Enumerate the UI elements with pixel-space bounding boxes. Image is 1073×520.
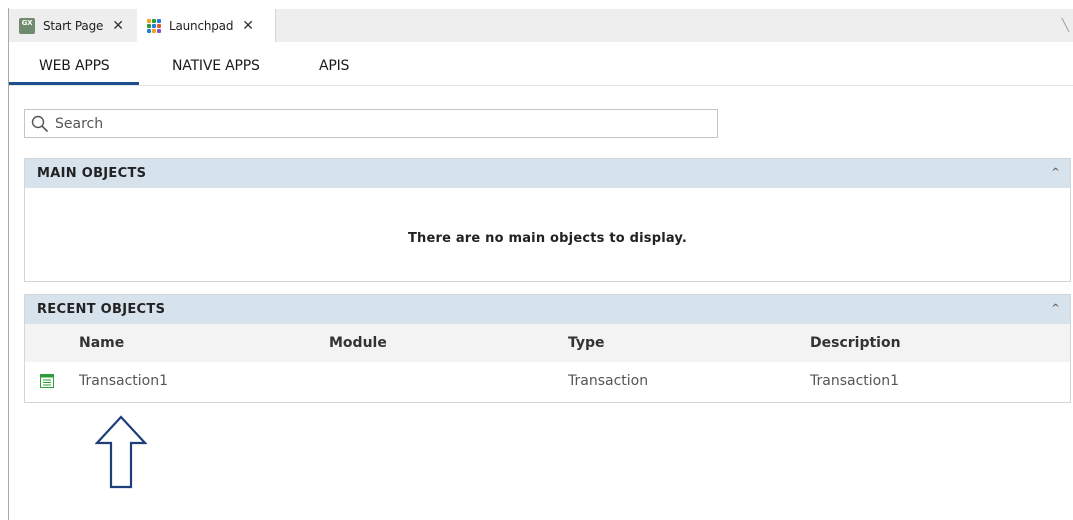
recent-objects-column-headers: Name Module Type Description	[25, 324, 1070, 362]
tab-start-page[interactable]: GX Start Page ✕	[9, 9, 137, 42]
document-tab-strip: GX Start Page ✕ Launchpad ✕ ╲	[9, 9, 1073, 42]
tab-launchpad-label: Launchpad	[169, 18, 234, 33]
nav-divider	[9, 85, 1073, 86]
tab-web-apps[interactable]: WEB APPS	[39, 58, 110, 74]
launchpad-nav-tabs: WEB APPS NATIVE APPS APIS	[9, 42, 1073, 86]
search-box[interactable]	[24, 109, 718, 138]
recent-objects-panel: RECENT OBJECTS ^ Name Module Type Descri…	[24, 294, 1071, 403]
cell-description: Transaction1	[810, 373, 899, 389]
tab-native-apps[interactable]: NATIVE APPS	[172, 58, 260, 74]
column-header-type[interactable]: Type	[568, 335, 605, 351]
main-objects-title: MAIN OBJECTS	[37, 166, 147, 181]
table-row[interactable]: Transaction1 Transaction Transaction1	[25, 362, 1070, 401]
tab-launchpad[interactable]: Launchpad ✕	[137, 9, 276, 42]
tab-apis[interactable]: APIS	[319, 58, 349, 74]
search-icon	[31, 115, 49, 132]
transaction-icon	[40, 374, 54, 388]
collapse-chevron-icon[interactable]: ^	[1051, 303, 1060, 314]
column-header-description[interactable]: Description	[810, 335, 901, 351]
main-objects-panel: MAIN OBJECTS ^ There are no main objects…	[24, 158, 1071, 282]
recent-objects-header[interactable]: RECENT OBJECTS ^	[25, 295, 1070, 324]
empty-state-message: There are no main objects to display.	[407, 231, 688, 246]
recent-objects-title: RECENT OBJECTS	[37, 302, 166, 317]
tab-start-page-label: Start Page	[43, 18, 104, 33]
close-icon[interactable]: ✕	[112, 18, 124, 34]
up-arrow-annotation-icon	[95, 415, 147, 489]
column-header-name[interactable]: Name	[79, 335, 124, 351]
close-icon[interactable]: ✕	[242, 18, 254, 34]
column-header-module[interactable]: Module	[329, 335, 387, 351]
cell-type: Transaction	[568, 373, 649, 389]
launchpad-grid-icon	[147, 18, 161, 33]
tab-overflow-chevron-icon[interactable]: ╲	[1062, 18, 1069, 32]
cell-name: Transaction1	[79, 373, 168, 389]
search-input[interactable]	[55, 115, 695, 132]
main-objects-header[interactable]: MAIN OBJECTS ^	[25, 159, 1070, 188]
collapse-chevron-icon[interactable]: ^	[1051, 167, 1060, 178]
gx-icon: GX	[19, 17, 35, 34]
